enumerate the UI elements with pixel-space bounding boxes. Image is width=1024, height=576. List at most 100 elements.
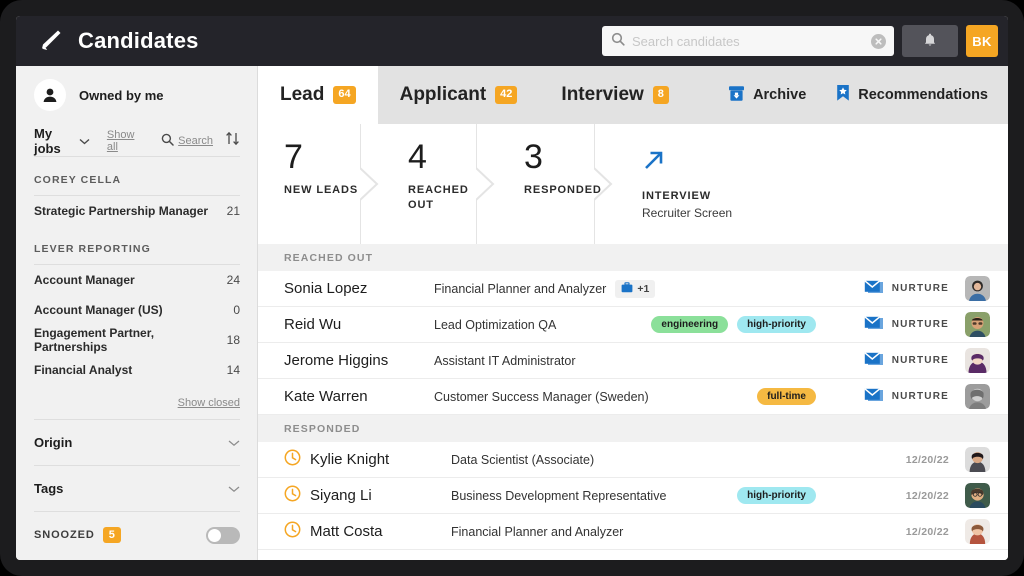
nurture-status: NURTURE	[856, 388, 949, 406]
additional-jobs-badge: +1	[615, 280, 655, 298]
candidate-name: Kate Warren	[284, 388, 434, 405]
nurture-status: NURTURE	[856, 316, 949, 334]
filter-label: Origin	[34, 435, 72, 450]
tag[interactable]: high-priority	[737, 487, 816, 504]
row-status: NURTURE	[830, 312, 990, 337]
sidebar-job-item[interactable]: Financial Analyst 14	[34, 355, 240, 385]
table-row[interactable]: Jerome Higgins Assistant IT Administrato…	[258, 343, 1008, 379]
archive-button[interactable]: Archive	[720, 85, 806, 106]
clock-icon	[284, 449, 301, 471]
filter-section-origin[interactable]: Origin	[34, 420, 240, 465]
owner-label: Owned by me	[79, 88, 164, 103]
job-name: Account Manager	[34, 273, 135, 287]
candidate-job-title: Financial Planner and Analyzer	[434, 282, 606, 296]
show-all-link[interactable]: Show all	[107, 129, 141, 153]
pipeline-summary: 7 NEW LEADS 4 REACHED OUT	[258, 124, 1008, 244]
user-avatar[interactable]: BK	[966, 25, 998, 57]
tab-bar: Lead 64 Applicant 42 Interview 8	[258, 66, 1008, 124]
stage-label: REACHED OUT	[408, 183, 492, 213]
job-count: 18	[227, 333, 240, 347]
avatar	[965, 519, 990, 544]
nurture-label: NURTURE	[892, 319, 949, 330]
pipeline-stage-reached-out[interactable]: 4 REACHED OUT	[382, 124, 498, 244]
table-row[interactable]: Kylie Knight Data Scientist (Associate) …	[258, 442, 1008, 478]
sidebar-search-button[interactable]: Search	[157, 133, 213, 149]
mail-icon	[864, 316, 884, 334]
tag-list: full-time	[757, 388, 816, 405]
show-closed-link[interactable]: Show closed	[34, 385, 240, 419]
table-row[interactable]: Reid Wu Lead Optimization QA engineering…	[258, 307, 1008, 343]
nurture-status: NURTURE	[856, 280, 949, 298]
stage-value: 7	[284, 140, 382, 174]
snoozed-count-badge: 5	[103, 527, 121, 543]
chevron-down-icon	[228, 434, 240, 452]
stage-label: RESPONDED	[524, 183, 608, 198]
job-name: Strategic Partnership Manager	[34, 204, 208, 218]
top-bar-actions: BK	[602, 16, 998, 66]
candidate-name: Sonia Lopez	[284, 280, 434, 297]
tab-applicant[interactable]: Applicant 42	[378, 66, 540, 124]
snoozed-toggle[interactable]	[206, 527, 240, 544]
pipeline-stage-new-leads[interactable]: 7 NEW LEADS	[258, 124, 382, 244]
job-name: Account Manager (US)	[34, 303, 163, 317]
tag[interactable]: full-time	[757, 388, 816, 405]
candidate-name: Matt Costa	[310, 523, 451, 540]
search-box[interactable]	[602, 26, 894, 56]
sidebar-job-item[interactable]: Engagement Partner, Partnerships 18	[34, 325, 240, 355]
main-content: Lead 64 Applicant 42 Interview 8	[258, 66, 1008, 560]
avatar	[965, 348, 990, 373]
table-row[interactable]: Sonia Lopez Financial Planner and Analyz…	[258, 271, 1008, 307]
bell-icon	[923, 32, 937, 51]
tab-label: Applicant	[400, 84, 487, 106]
pipeline-stage-interview[interactable]: INTERVIEW Recruiter Screen	[616, 124, 732, 244]
arrow-up-right-icon	[642, 148, 732, 177]
tab-count-badge: 8	[653, 86, 669, 103]
row-status: 12/20/22	[830, 519, 990, 544]
candidate-job-title: Financial Planner and Analyzer	[451, 525, 623, 539]
window-frame: Candidates	[0, 0, 1024, 576]
sidebar-job-item[interactable]: Account Manager (US) 0	[34, 295, 240, 325]
sidebar-section-title: LEVER REPORTING	[34, 226, 240, 264]
job-count: 0	[233, 303, 240, 317]
tab-interview[interactable]: Interview 8	[539, 66, 691, 124]
filter-section-tags[interactable]: Tags	[34, 466, 240, 511]
stage-sublabel: Recruiter Screen	[642, 206, 732, 220]
row-status: NURTURE	[830, 384, 990, 409]
application-window: Candidates	[16, 16, 1008, 560]
my-jobs-dropdown[interactable]: My jobs	[34, 126, 74, 156]
pipeline-stage-responded[interactable]: 3 RESPONDED	[498, 124, 616, 244]
avatar	[965, 447, 990, 472]
notifications-button[interactable]	[902, 25, 958, 57]
stage-label: INTERVIEW	[642, 189, 732, 204]
mail-icon	[864, 388, 884, 406]
recommendations-button[interactable]: Recommendations	[828, 84, 988, 106]
row-date: 12/20/22	[906, 454, 949, 466]
candidate-list: REACHED OUT Sonia Lopez Financial Planne…	[258, 244, 1008, 560]
row-date: 12/20/22	[906, 526, 949, 538]
sidebar-job-item[interactable]: Account Manager 24	[34, 265, 240, 295]
table-row[interactable]: Matt Costa Financial Planner and Analyze…	[258, 514, 1008, 550]
tab-count-badge: 64	[333, 86, 355, 103]
chevron-down-icon[interactable]	[79, 132, 90, 150]
top-bar: Candidates	[16, 16, 1008, 66]
search-input[interactable]	[632, 34, 871, 49]
snoozed-filter: SNOOZED 5	[34, 512, 240, 558]
sidebar: Owned by me My jobs Show all	[16, 66, 258, 560]
tab-lead[interactable]: Lead 64	[258, 66, 378, 124]
chevron-down-icon	[228, 480, 240, 498]
tag[interactable]: high-priority	[737, 316, 816, 333]
job-count: 14	[227, 363, 240, 377]
table-row[interactable]: Kate Warren Customer Success Manager (Sw…	[258, 379, 1008, 415]
tab-label: Interview	[561, 84, 643, 106]
owned-by-me-filter[interactable]: Owned by me	[34, 66, 240, 120]
table-row[interactable]: Siyang Li Business Development Represent…	[258, 478, 1008, 514]
job-name: Financial Analyst	[34, 363, 132, 377]
sidebar-job-item[interactable]: Strategic Partnership Manager 21	[34, 196, 240, 226]
avatar	[965, 276, 990, 301]
row-status: 12/20/22	[830, 483, 990, 508]
app-body: Owned by me My jobs Show all	[16, 66, 1008, 560]
close-icon[interactable]	[871, 34, 886, 49]
sort-arrows-icon[interactable]	[225, 131, 240, 151]
tag[interactable]: engineering	[651, 316, 728, 333]
avatar	[965, 483, 990, 508]
